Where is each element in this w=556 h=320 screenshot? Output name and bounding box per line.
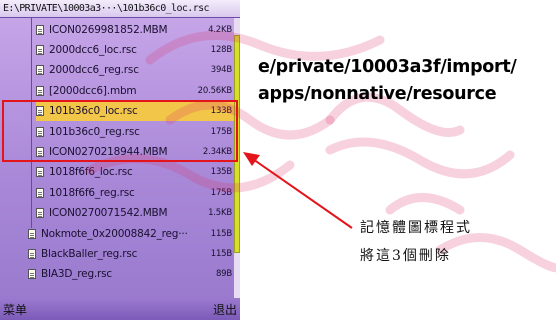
file-size: 115B [210,248,232,259]
file-name: 2000dcc6_loc.rsc [49,43,137,56]
file-row[interactable]: ICON0269981852.MBM 4.2KB [36,20,234,39]
file-size: 89B [215,269,232,280]
file-name: ICON0269981852.MBM [49,23,168,36]
file-name: BIA3D_reg.rsc [41,268,113,281]
file-row[interactable]: BlackBaller_reg.rsc 115B [28,244,234,263]
file-size: 128B [210,44,232,55]
file-size: 175B [210,187,232,198]
file-icon [28,269,36,280]
file-name: 1018f6f6_loc.rsc [49,166,133,179]
file-name: [2000dcc6].mbm [49,84,137,97]
path-annotation-line-2: apps/nonnative/resource [258,84,497,104]
softkey-bar: 菜单 退出 [0,298,240,320]
file-size: 20.56KB [197,85,233,96]
file-row[interactable]: 2000dcc6_loc.rsc 128B [36,40,234,59]
file-icon [36,44,44,55]
note-line-1: 記憶體圖標程式 [360,220,472,236]
file-size: 115B [210,228,232,239]
file-row[interactable]: Nokmote_0x20008842_reg··· 115B [28,224,234,243]
file-name: 2000dcc6_reg.rsc [49,64,139,77]
file-row[interactable]: 2000dcc6_reg.rsc 394B [36,61,234,80]
file-size: 394B [210,65,232,76]
file-icon [36,65,44,76]
title-bar: E:\PRIVATE\10003a3···\101b36c0_loc.rsc [0,0,240,18]
path-annotation-line-1: e/private/10003a3f/import/ [258,57,517,77]
file-name: 1018f6f6_reg.rsc [49,186,135,199]
file-icon [36,167,44,178]
file-name: Nokmote_0x20008842_reg··· [41,227,188,240]
note-line-2: 將這3個刪除 [360,248,451,264]
file-size: 135B [210,167,232,178]
file-row[interactable]: BIA3D_reg.rsc 89B [28,265,234,284]
file-row[interactable]: ICON0270071542.MBM 1.5KB [36,204,234,223]
file-icon [36,24,44,35]
file-row[interactable]: 1018f6f6_reg.rsc 175B [36,183,234,202]
file-icon [36,208,44,219]
file-size: 1.5KB [208,208,232,219]
path-title: E:\PRIVATE\10003a3···\101b36c0_loc.rsc [3,3,210,14]
file-icon [36,187,44,198]
file-name: BlackBaller_reg.rsc [41,247,138,260]
menu-softkey[interactable]: 菜单 [3,301,27,318]
file-row[interactable]: 1018f6f6_loc.rsc 135B [36,163,234,182]
file-size: 4.2KB [208,24,232,35]
file-row[interactable]: [2000dcc6].mbm 20.56KB [36,81,234,100]
file-name: ICON0270071542.MBM [49,207,168,220]
highlight-box [2,100,238,162]
file-icon [28,228,36,239]
exit-softkey[interactable]: 退出 [213,301,237,318]
file-icon [28,248,36,259]
file-icon [36,85,44,96]
